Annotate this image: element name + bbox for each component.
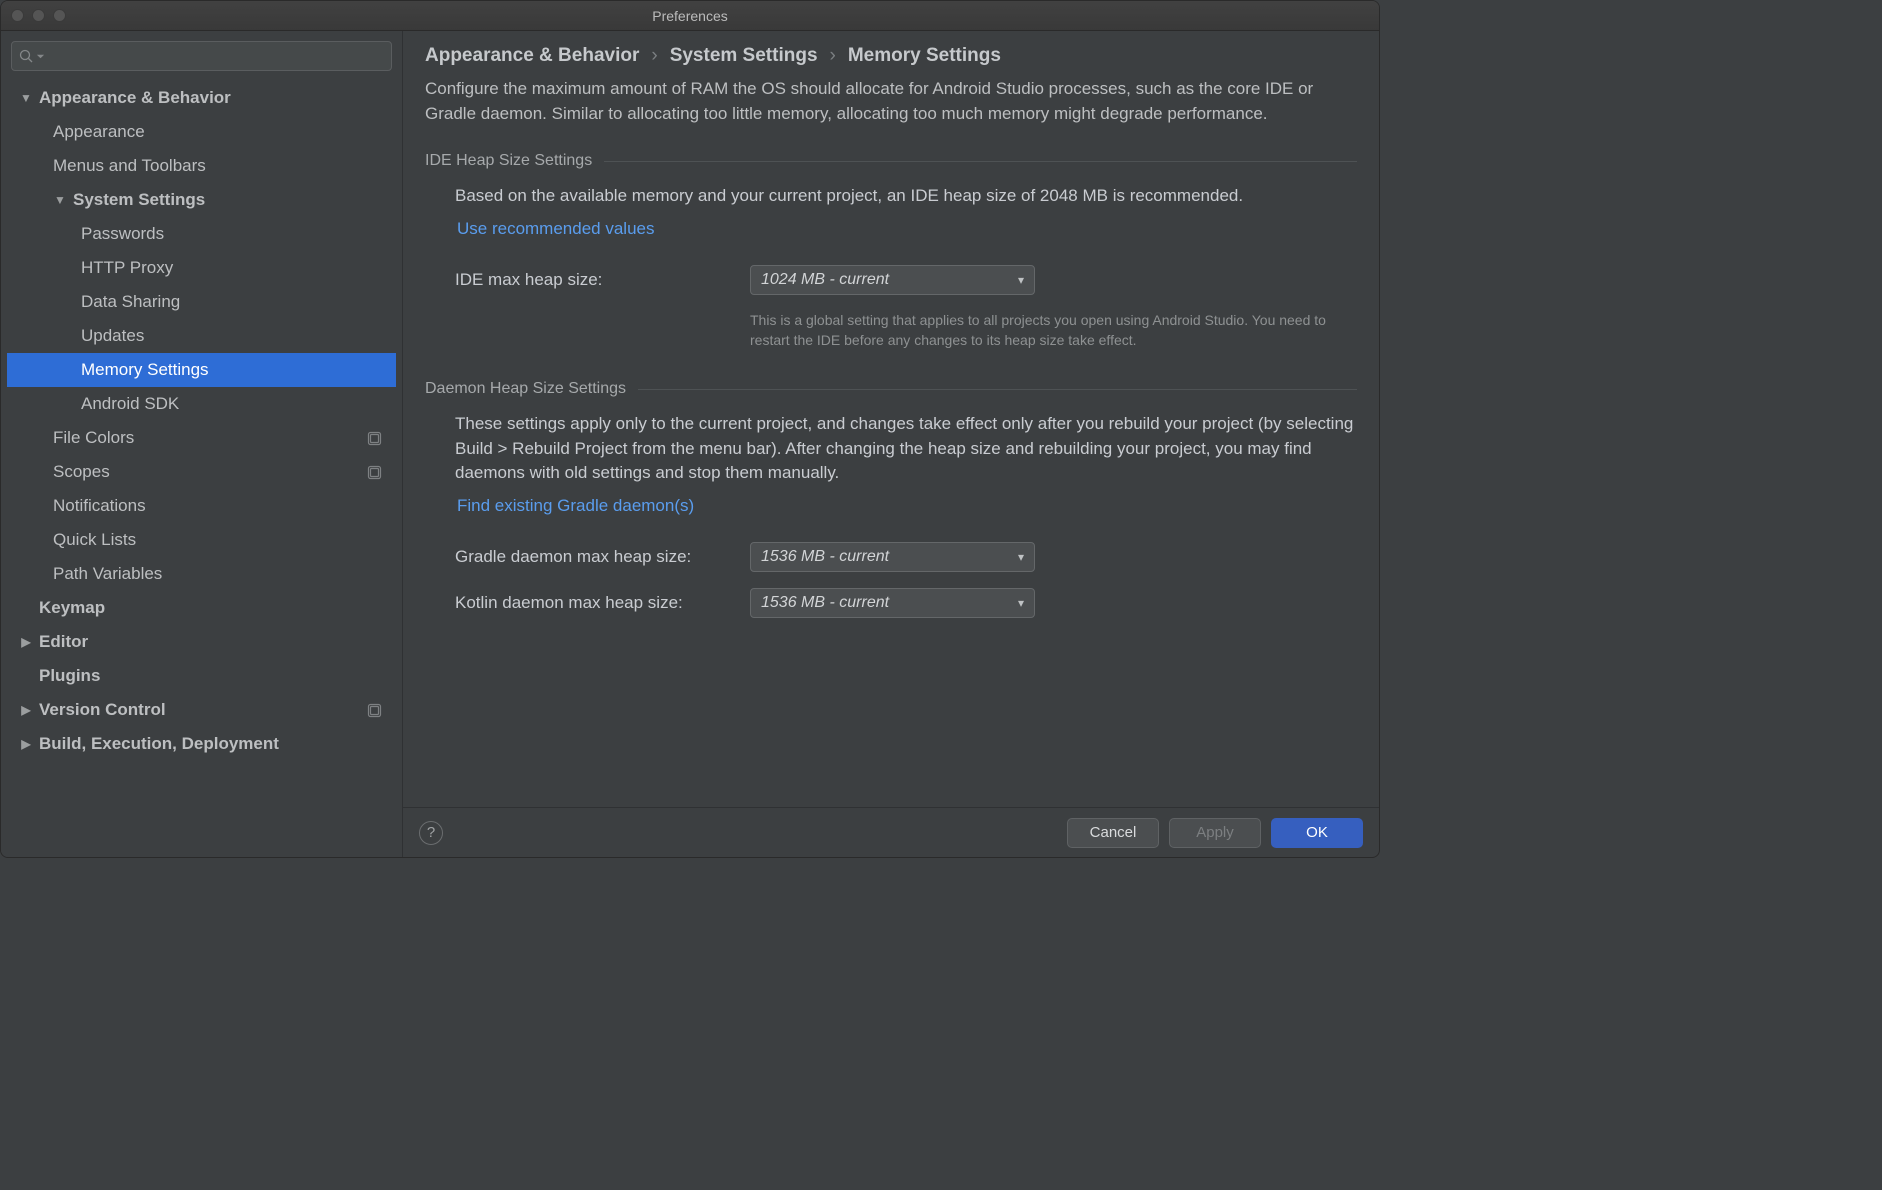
project-scope-icon — [367, 431, 382, 446]
sidebar-item-label: System Settings — [73, 190, 205, 210]
sidebar-item-label: Plugins — [39, 666, 100, 686]
sidebar-item-updates[interactable]: Updates — [7, 319, 396, 353]
sidebar-item-label: Data Sharing — [81, 292, 180, 312]
gradle-heap-label: Gradle daemon max heap size: — [455, 547, 750, 567]
help-button[interactable]: ? — [419, 821, 443, 845]
sidebar-item-label: Version Control — [39, 700, 166, 720]
apply-button[interactable]: Apply — [1169, 818, 1261, 848]
chevron-right-icon: ▶ — [19, 635, 33, 649]
breadcrumb-memory-settings: Memory Settings — [848, 45, 1001, 67]
sidebar-item-label: Path Variables — [53, 564, 162, 584]
chevron-down-icon: ▾ — [1018, 550, 1024, 564]
sidebar-item-label: Appearance — [53, 122, 145, 142]
find-gradle-daemons-link[interactable]: Find existing Gradle daemon(s) — [457, 496, 694, 516]
close-window-icon[interactable] — [11, 9, 24, 22]
sidebar-item-android-sdk[interactable]: Android SDK — [7, 387, 396, 421]
sidebar-item-scopes[interactable]: Scopes — [7, 455, 396, 489]
search-history-icon[interactable] — [36, 52, 45, 61]
sidebar-item-label: Menus and Toolbars — [53, 156, 206, 176]
sidebar-item-quick-lists[interactable]: Quick Lists — [7, 523, 396, 557]
sidebar-item-label: Android SDK — [81, 394, 179, 414]
sidebar: ▼ Appearance & Behavior Appearance Menus an… — [1, 31, 403, 857]
chevron-right-icon: › — [830, 45, 836, 67]
sidebar-item-label: Memory Settings — [81, 360, 209, 380]
sidebar-item-label: File Colors — [53, 428, 134, 448]
chevron-down-icon: ▼ — [19, 91, 33, 105]
sidebar-item-label: Updates — [81, 326, 144, 346]
sidebar-item-label: Editor — [39, 632, 88, 652]
chevron-right-icon: ▶ — [19, 737, 33, 751]
sidebar-item-label: Scopes — [53, 462, 110, 482]
titlebar: Preferences — [1, 1, 1379, 31]
sidebar-item-label: Build, Execution, Deployment — [39, 734, 279, 754]
sidebar-item-plugins[interactable]: Plugins — [7, 659, 396, 693]
chevron-right-icon: ▶ — [19, 703, 33, 717]
daemon-heap-section-title: Daemon Heap Size Settings — [425, 380, 1357, 398]
sidebar-item-label: Keymap — [39, 598, 105, 618]
sidebar-item-file-colors[interactable]: File Colors — [7, 421, 396, 455]
ok-button[interactable]: OK — [1271, 818, 1363, 848]
breadcrumb-appearance-behavior[interactable]: Appearance & Behavior — [425, 45, 639, 67]
preferences-window: Preferences ▼Appearance & BehaviorAppear… — [0, 0, 1380, 858]
kotlin-heap-label: Kotlin daemon max heap size: — [455, 593, 750, 613]
project-scope-icon — [367, 703, 382, 718]
sidebar-item-label: Appearance & Behavior — [39, 88, 231, 108]
sidebar-item-appearance[interactable]: Appearance — [7, 115, 396, 149]
project-scope-icon — [367, 465, 382, 480]
sidebar-item-label: Passwords — [81, 224, 164, 244]
project-scope-icon — [367, 431, 382, 446]
sidebar-item-build-execution-deployment[interactable]: ▶ Build, Execution, Deployment — [7, 727, 396, 761]
chevron-down-icon: ▾ — [1018, 273, 1024, 287]
use-recommended-values-link[interactable]: Use recommended values — [457, 219, 654, 239]
ide-recommend-text: Based on the available memory and your c… — [455, 184, 1357, 209]
minimize-window-icon[interactable] — [32, 9, 45, 22]
sidebar-item-path-variables[interactable]: Path Variables — [7, 557, 396, 591]
sidebar-item-keymap[interactable]: Keymap — [7, 591, 396, 625]
window-controls — [1, 9, 66, 22]
sidebar-item-appearance-behavior[interactable]: ▼ Appearance & Behavior — [7, 81, 396, 115]
chevron-down-icon: ▼ — [53, 193, 67, 207]
sidebar-item-http-proxy[interactable]: HTTP Proxy — [7, 251, 396, 285]
dialog-footer: ? Cancel Apply OK — [403, 807, 1379, 857]
breadcrumb-system-settings[interactable]: System Settings — [670, 45, 818, 67]
sidebar-item-label: Quick Lists — [53, 530, 136, 550]
ide-max-heap-label: IDE max heap size: — [455, 270, 750, 290]
sidebar-item-data-sharing[interactable]: Data Sharing — [7, 285, 396, 319]
gradle-heap-select[interactable]: 1536 MB - current ▾ — [750, 542, 1035, 572]
ide-heap-hint: This is a global setting that applies to… — [750, 311, 1357, 350]
chevron-down-icon: ▾ — [1018, 596, 1024, 610]
kotlin-heap-select[interactable]: 1536 MB - current ▾ — [750, 588, 1035, 618]
project-scope-icon — [367, 465, 382, 480]
ide-heap-section-title: IDE Heap Size Settings — [425, 152, 1357, 170]
ide-max-heap-select[interactable]: 1024 MB - current ▾ — [750, 265, 1035, 295]
sidebar-item-passwords[interactable]: Passwords — [7, 217, 396, 251]
project-scope-icon — [367, 703, 382, 718]
settings-tree: ▼ Appearance & Behavior Appearance Menus an… — [7, 81, 396, 857]
sidebar-item-notifications[interactable]: Notifications — [7, 489, 396, 523]
content-pane: Appearance & Behavior › System Settings … — [403, 31, 1379, 857]
zoom-window-icon[interactable] — [53, 9, 66, 22]
sidebar-item-version-control[interactable]: ▶ Version Control — [7, 693, 396, 727]
window-title: Preferences — [1, 8, 1379, 24]
cancel-button[interactable]: Cancel — [1067, 818, 1159, 848]
search-icon — [18, 48, 34, 64]
sidebar-item-label: HTTP Proxy — [81, 258, 173, 278]
search-input[interactable] — [11, 41, 392, 71]
sidebar-item-editor[interactable]: ▶ Editor — [7, 625, 396, 659]
page-description: Configure the maximum amount of RAM the … — [425, 77, 1357, 126]
breadcrumb: Appearance & Behavior › System Settings … — [403, 31, 1379, 77]
sidebar-item-memory-settings[interactable]: Memory Settings — [7, 353, 396, 387]
sidebar-item-label: Notifications — [53, 496, 146, 516]
daemon-text: These settings apply only to the current… — [455, 412, 1357, 486]
chevron-right-icon: › — [651, 45, 657, 67]
sidebar-item-menus-and-toolbars[interactable]: Menus and Toolbars — [7, 149, 396, 183]
sidebar-item-system-settings[interactable]: ▼ System Settings — [7, 183, 396, 217]
